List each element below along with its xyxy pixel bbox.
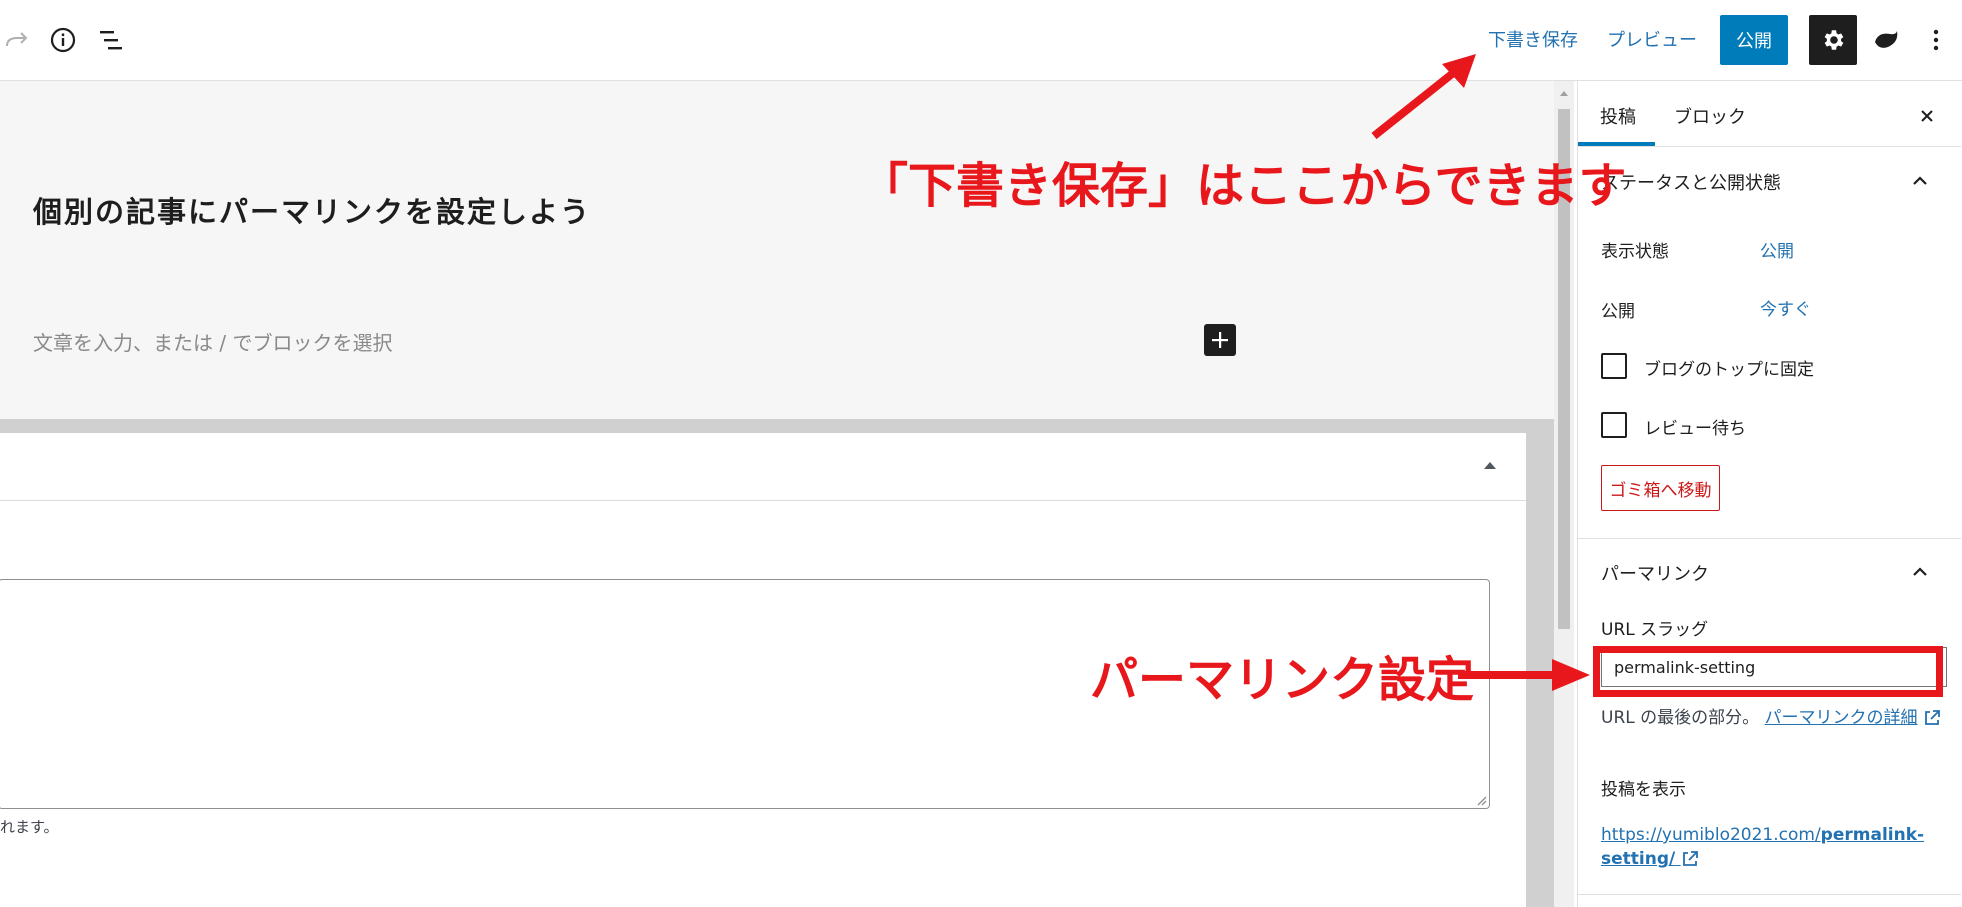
view-post-label: 投稿を表示 — [1601, 780, 1686, 800]
meta-box-header[interactable] — [0, 433, 1526, 501]
scroll-up-icon[interactable] — [1559, 89, 1569, 97]
sticky-label: ブログのトップに固定 — [1644, 360, 1814, 380]
chevron-up-icon[interactable] — [1908, 560, 1932, 584]
annotation-arrow-right — [1458, 659, 1590, 691]
list-view-icon[interactable] — [94, 22, 130, 58]
post-title[interactable]: 個別の記事にパーマリンクを設定しよう — [33, 189, 591, 231]
annotation-arrow-up — [1371, 54, 1476, 140]
info-icon[interactable] — [45, 22, 81, 58]
more-vertical-icon[interactable] — [1918, 22, 1954, 58]
url-slug-label: URL スラッグ — [1601, 620, 1709, 640]
pending-review-label: レビュー待ち — [1644, 419, 1746, 439]
settings-sidebar: 投稿 ブロック ステータスと公開状態 表示状態 公開 公開 今すぐ ブログのトッ… — [1577, 81, 1962, 907]
move-to-trash-button[interactable]: ゴミ箱へ移動 — [1601, 465, 1720, 511]
triangle-up-icon[interactable] — [1483, 460, 1497, 470]
slug-highlight-box — [1593, 646, 1943, 697]
meta-note: れます。 — [0, 818, 59, 836]
tab-block[interactable]: ブロック — [1674, 103, 1746, 129]
panel-divider — [1578, 538, 1961, 539]
visibility-toggle[interactable]: 公開 — [1760, 237, 1794, 262]
external-link-icon — [1682, 851, 1698, 866]
permalink-panel-title[interactable]: パーマリンク — [1601, 560, 1709, 586]
view-url-prefix: https://yumiblo2021.com/ — [1601, 825, 1821, 845]
publish-button[interactable]: 公開 — [1720, 15, 1788, 65]
slug-help-text: URL の最後の部分。 パーマリンクの詳細 — [1601, 705, 1946, 731]
permalink-details-link[interactable]: パーマリンクの詳細 — [1765, 708, 1918, 728]
publish-date-toggle[interactable]: 今すぐ — [1760, 295, 1811, 320]
pending-review-checkbox[interactable] — [1601, 412, 1627, 438]
chevron-up-icon[interactable] — [1908, 169, 1932, 193]
panel-divider — [1578, 894, 1961, 895]
preview-button[interactable]: プレビュー — [1607, 26, 1697, 52]
redo-icon[interactable] — [0, 22, 36, 58]
view-post-link[interactable]: https://yumiblo2021.com/permalink-settin… — [1601, 823, 1924, 871]
settings-button[interactable] — [1809, 15, 1857, 65]
visibility-label: 表示状態 — [1601, 242, 1669, 262]
status-panel-title[interactable]: ステータスと公開状態 — [1601, 169, 1781, 195]
close-icon — [1921, 110, 1933, 122]
permalink-annotation: パーマリンク設定 — [1090, 652, 1475, 708]
gear-icon — [1824, 30, 1844, 50]
sticky-checkbox[interactable] — [1601, 353, 1627, 379]
editor-toolbar: 下書き保存 プレビュー 公開 — [0, 0, 1962, 81]
plus-icon — [1212, 332, 1228, 348]
external-link-icon — [1925, 710, 1940, 725]
publish-date-label: 公開 — [1601, 302, 1635, 322]
block-placeholder[interactable]: 文章を入力、または / でブロックを選択 — [33, 327, 392, 356]
jetpack-icon[interactable] — [1868, 22, 1904, 58]
add-block-button[interactable] — [1204, 324, 1236, 356]
save-draft-button[interactable]: 下書き保存 — [1488, 26, 1578, 52]
slug-help-prefix: URL の最後の部分。 — [1601, 708, 1760, 728]
sidebar-tabs: 投稿 ブロック — [1578, 81, 1961, 147]
close-sidebar-button[interactable] — [1912, 101, 1942, 131]
save-draft-annotation: 「下書き保存」はここからできます — [860, 158, 1627, 214]
resize-handle-icon[interactable] — [1475, 794, 1487, 806]
tab-post[interactable]: 投稿 — [1600, 103, 1636, 129]
